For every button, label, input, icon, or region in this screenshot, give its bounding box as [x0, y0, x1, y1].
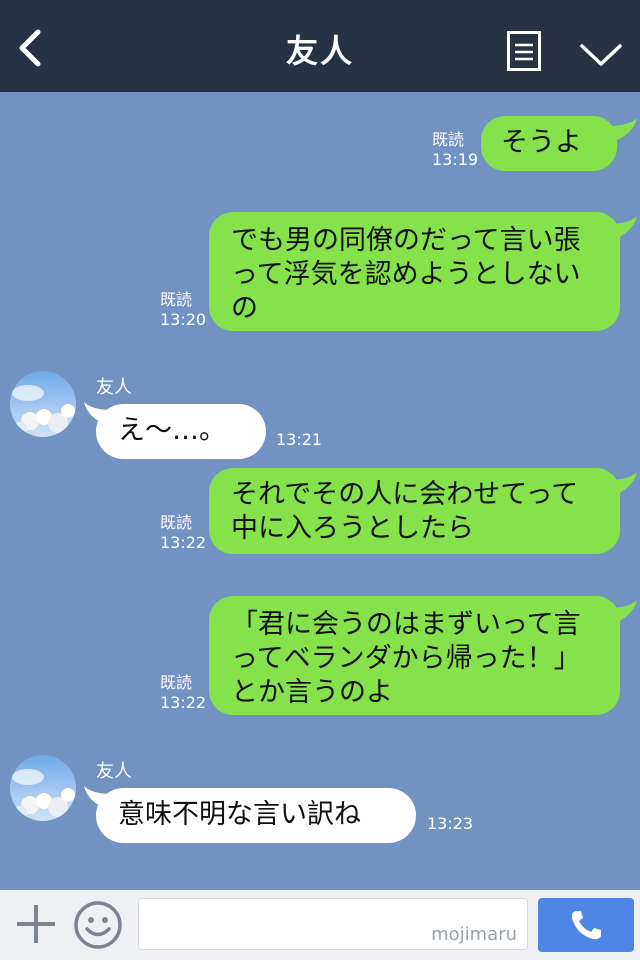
timestamp: 13:21: [276, 430, 323, 449]
read-status: 既読 13:20: [160, 290, 207, 329]
avatar[interactable]: [10, 755, 76, 821]
plus-icon[interactable]: [14, 902, 58, 946]
chat-area[interactable]: 既読 13:19 そうよ 既読 13:20 でも男の同僚のだって言い張って浮気を…: [0, 92, 640, 890]
watermark-text: mojimaru: [431, 924, 517, 945]
smiley-icon[interactable]: [73, 900, 123, 950]
call-button[interactable]: [538, 898, 634, 952]
message-bubble[interactable]: それでその人に会わせてって中に入ろうとしたら: [209, 468, 620, 554]
message-bubble[interactable]: 「君に会うのはまずいって言ってベランダから帰った！」とか言うのよ: [209, 596, 620, 715]
app-header: 友人: [0, 0, 640, 92]
message-bubble[interactable]: え〜…。: [96, 404, 266, 459]
read-status: 既読 13:22: [160, 673, 207, 712]
input-bar: mojimaru: [0, 890, 640, 960]
chat-title: 友人: [285, 32, 354, 70]
menu-icon[interactable]: [507, 31, 541, 71]
message-bubble[interactable]: でも男の同僚のだって言い張って浮気を認めようとしないの: [209, 212, 620, 331]
chevron-down-icon[interactable]: [579, 42, 623, 68]
read-status: 既読 13:19: [432, 130, 479, 169]
phone-icon: [571, 911, 601, 940]
sender-name: 友人: [96, 377, 132, 398]
message-bubble[interactable]: そうよ: [481, 116, 617, 171]
avatar[interactable]: [10, 371, 76, 437]
timestamp: 13:23: [427, 814, 474, 833]
sender-name: 友人: [96, 761, 132, 782]
message-bubble[interactable]: 意味不明な言い訳ね: [96, 788, 416, 843]
read-status: 既読 13:22: [160, 513, 207, 552]
message-input[interactable]: mojimaru: [138, 898, 528, 950]
